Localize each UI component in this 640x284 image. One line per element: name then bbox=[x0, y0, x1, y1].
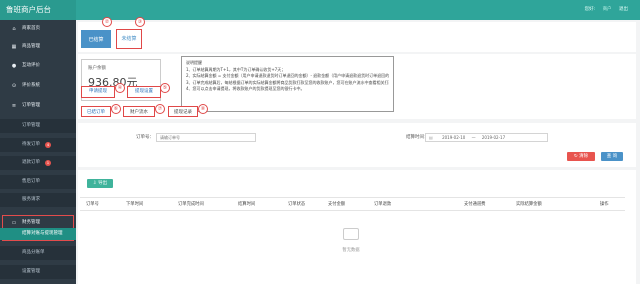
count-badge: 1 bbox=[45, 160, 51, 166]
sidebar-sub-label: 商品分账单 bbox=[22, 250, 45, 255]
sidebar-sub-aftersale[interactable]: 售后订单 bbox=[0, 175, 76, 189]
column-header: 订单完成时间 bbox=[178, 202, 204, 207]
list-icon: ≡ bbox=[11, 103, 17, 109]
sidebar-item-reviews[interactable]: ⊙ 评价系统 bbox=[0, 79, 76, 93]
sidebar-sub-label: 设置管理 bbox=[22, 269, 40, 274]
card-icon: ▭ bbox=[11, 220, 17, 226]
tabs-panel: 已结算 未结算 ② ③ bbox=[78, 17, 636, 52]
home-icon: ⌂ bbox=[12, 26, 16, 32]
notes-line: 3、订单完成结算后，每结根据订单的实际结算金额将商品货款打款至您的收款账户，您可… bbox=[186, 79, 389, 85]
column-header: 订单状态 bbox=[288, 202, 306, 207]
order-number-input[interactable] bbox=[156, 133, 256, 142]
account-name[interactable]: 商户 bbox=[603, 7, 612, 12]
notes-line: 2、实际结算金额 = 支付金额（用户申请退款退货时订单退回的金额）- 退款金额（… bbox=[186, 73, 389, 79]
column-header: 实际结算金额 bbox=[516, 202, 542, 207]
sidebar-item-label: 评价系统 bbox=[22, 83, 40, 88]
sidebar-sub-refund[interactable]: 退款订单 1 bbox=[0, 156, 76, 170]
sidebar: ⌂ 商家首页 ▦ 商品管理 ● 互动评价 ⊙ 评价系统 ≡ 订单管理 订单管理 … bbox=[0, 20, 76, 284]
notes-box: 说明提醒 1、订单结算周期为T+1，其中T为订单确认收货+7天； 2、实际结算金… bbox=[181, 56, 394, 112]
sidebar-item-label: 商品管理 bbox=[22, 44, 40, 49]
sidebar-sub-settings[interactable]: 设置管理 bbox=[0, 265, 76, 279]
column-header: 支付金额 bbox=[328, 202, 346, 207]
sidebar-item-label: 订单管理 bbox=[22, 103, 40, 108]
sidebar-sub-pending[interactable]: 待发订单 4 bbox=[0, 138, 76, 152]
sidebar-sub-label: 订单管理 bbox=[22, 123, 40, 128]
calendar-icon: ▤ bbox=[429, 135, 433, 140]
empty-box-icon bbox=[343, 228, 359, 240]
tab-unsettled[interactable]: 未结算 bbox=[118, 30, 140, 48]
withdraw-settings-link[interactable]: 提现设置 bbox=[129, 87, 159, 96]
date-range-picker[interactable]: ▤ 2019-02-10 — 2019-02-17 bbox=[425, 133, 548, 142]
filter-panel: 订单号： 结算时间： ▤ 2019-02-10 — 2019-02-17 ↻ 清… bbox=[78, 123, 636, 167]
sidebar-sub-split[interactable]: 商品分账单 bbox=[0, 246, 76, 260]
sidebar-item-label: 互动评价 bbox=[22, 63, 40, 68]
user-info: 您好: 商户 退出 bbox=[585, 6, 628, 12]
sidebar-sub-service[interactable]: 服务请求 bbox=[0, 193, 76, 207]
order-number-label: 订单号： bbox=[136, 135, 154, 140]
notes-title: 说明提醒 bbox=[186, 60, 202, 65]
date-separator: — bbox=[471, 135, 476, 140]
search-button[interactable]: 查 询 bbox=[601, 152, 623, 161]
annotation-number: ② bbox=[102, 17, 112, 27]
annotation-number: ⑤ bbox=[160, 83, 170, 93]
sidebar-sub-label: 待发订单 bbox=[22, 142, 40, 147]
export-button[interactable]: ⇩ 导出 bbox=[87, 179, 113, 188]
sidebar-sub-label: 售后订单 bbox=[22, 179, 40, 184]
annotation-number: ⑥ bbox=[111, 104, 121, 114]
notes-line: 4、您可以点击申请提现，将收款账户的货款提现至您的银行卡中。 bbox=[186, 85, 305, 91]
sidebar-item-label: 商家首页 bbox=[22, 26, 40, 31]
greeting-text: 您好: bbox=[584, 7, 596, 12]
balance-label: 账户余额 bbox=[88, 66, 106, 71]
tab-settled[interactable]: 已结算 bbox=[81, 30, 111, 48]
date-end: 2019-02-17 bbox=[481, 135, 506, 140]
star-icon: ⊙ bbox=[11, 83, 17, 89]
annotation-box bbox=[123, 106, 155, 117]
date-start: 2019-02-10 bbox=[442, 135, 466, 140]
sidebar-item-label: 财务管理 bbox=[22, 220, 40, 225]
shop-icon: ▦ bbox=[11, 44, 17, 50]
top-bar: 鲁班商户后台 您好: 商户 退出 bbox=[0, 0, 640, 20]
empty-state-text: 暂无数据 bbox=[342, 248, 360, 253]
annotation-number: ⑧ bbox=[198, 104, 208, 114]
annotation-number: ⑦ bbox=[155, 104, 165, 114]
user-icon: ● bbox=[11, 63, 17, 69]
sidebar-sub-label: 结算对账与提现管理 bbox=[22, 231, 63, 236]
annotation-box bbox=[81, 106, 111, 117]
app-title: 鲁班商户后台 bbox=[0, 0, 76, 20]
sidebar-sub-settlement[interactable]: 结算对账与提现管理 bbox=[0, 228, 76, 240]
column-header: 订单退款 bbox=[374, 202, 392, 207]
sidebar-item-orders[interactable]: ≡ 订单管理 bbox=[0, 99, 76, 113]
withdraw-link[interactable]: 申请提现 bbox=[83, 87, 113, 96]
account-panel: 账户余额 936.80元 申请提现 ④ 提现设置 ⑤ 说明提醒 1、订单结算周期… bbox=[78, 54, 636, 119]
sidebar-sub-label: 退款订单 bbox=[22, 160, 40, 165]
table-panel: ⇩ 导出 bbox=[78, 170, 636, 284]
clear-button[interactable]: ↻ 清除 bbox=[567, 152, 595, 161]
logout-link[interactable]: 退出 bbox=[619, 7, 628, 12]
column-header: 支付通道费 bbox=[464, 202, 486, 207]
column-header: 结算时间 bbox=[238, 202, 256, 207]
count-badge: 4 bbox=[45, 142, 51, 148]
clear-label: 清除 bbox=[579, 154, 589, 159]
annotation-number: ④ bbox=[115, 83, 125, 93]
column-header: 订单号 bbox=[86, 202, 99, 207]
column-header: 下单时间 bbox=[126, 202, 144, 207]
column-header: 操作 bbox=[600, 202, 609, 207]
sidebar-sub-label: 服务请求 bbox=[22, 197, 40, 202]
sidebar-item-interaction[interactable]: ● 互动评价 bbox=[0, 59, 76, 73]
sidebar-item-products[interactable]: ▦ 商品管理 bbox=[0, 40, 76, 54]
export-label: 导出 bbox=[98, 181, 108, 186]
annotation-number: ③ bbox=[135, 17, 145, 27]
sidebar-item-home[interactable]: ⌂ 商家首页 bbox=[0, 22, 76, 36]
annotation-box bbox=[168, 106, 198, 117]
table-header: 订单号 下单时间 订单完成时间 结算时间 订单状态 支付金额 订单退款 支付通道… bbox=[80, 197, 625, 211]
sidebar-sub-orders[interactable]: 订单管理 bbox=[0, 119, 76, 133]
